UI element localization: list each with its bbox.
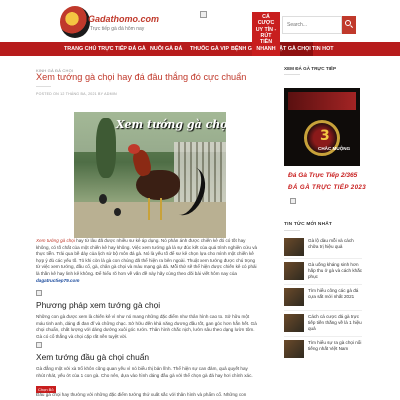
rooster-leg	[148, 198, 150, 220]
paragraph-more: Đầu gà chọi hay thường với những đặc điể…	[36, 392, 247, 397]
live-link-2[interactable]: ĐÁ GÀ TRỰC TIẾP 2023	[288, 184, 366, 191]
ad-number: 3	[320, 128, 330, 144]
divider	[36, 86, 51, 87]
news-thumbnail	[284, 340, 304, 358]
divider	[284, 230, 300, 231]
news-title: Cách cá cược đá gà trực tiếp tiền thằng …	[308, 314, 362, 331]
search-icon-handle	[349, 25, 354, 29]
keyword-link[interactable]: Xem tướng gà chọi	[36, 238, 75, 243]
site-header: Gadathomo.com Trực tiếp gà đá hôm nay	[0, 0, 400, 42]
nav-item-medicine[interactable]: THUỐC GÀ VIP	[190, 42, 229, 56]
broken-image-icon	[290, 198, 296, 204]
paragraph-head: Gà đẳng một với xà trổ khôn cũng quan yế…	[36, 366, 253, 378]
section-heading: Xem tướng đầu gà chọi chuẩn	[36, 352, 150, 362]
search-input[interactable]	[282, 16, 342, 34]
news-thumbnail	[284, 314, 304, 332]
site-link[interactable]: dagatructiep79.com	[36, 278, 79, 283]
news-thumbnail	[284, 238, 304, 256]
news-title: Gà lộ dàu mỗi và cách chữa trị hiệu quả	[308, 238, 354, 249]
nav-item-live[interactable]: TRỰC TIẾP ĐÁ GÀ	[98, 42, 146, 56]
divider	[284, 284, 362, 285]
paragraph-text: hay từ lâu đã được nhiều sư kê áp dụng. …	[36, 238, 258, 276]
background-chicken	[99, 194, 107, 204]
rooster-leg	[160, 198, 162, 220]
logo-subtitle: Trực tiếp gà đá hôm nay	[90, 26, 145, 32]
site-logo[interactable]: Gadathomo.com Trực tiếp gà đá hôm nay	[60, 6, 159, 38]
promo-badge[interactable]: CÁ CƯỢC UY TÍN - RÚT TIỀN NHANH	[252, 12, 280, 56]
hero-tree	[96, 118, 116, 178]
hero-ground	[74, 202, 226, 238]
promo-line: NHANH	[256, 45, 276, 52]
divider	[284, 336, 362, 337]
ad-label: CHẮC MUỘNG	[318, 146, 351, 151]
news-title: Tìm hiểu sự ra gà chọi nổi tiếng nhất Vi…	[308, 340, 362, 351]
nav-item-hot[interactable]: TIN HOT	[312, 42, 334, 56]
section-heading: Phương pháp xem tướng gà chọi	[36, 300, 161, 310]
paragraph-method: Những con gà được xem là chiến kê vì như…	[36, 314, 257, 339]
news-item[interactable]: Tìm hiểu sự ra gà chọi nổi tiếng nhất Vi…	[284, 340, 364, 364]
nav-item-home[interactable]: TRANG CHỦ	[64, 42, 96, 56]
news-item[interactable]: Cách cá cược đá gà trực tiếp tiền thằng …	[284, 314, 364, 338]
news-title: Gà uống kháng sinh hơn hấp thu ở gà và c…	[308, 262, 363, 279]
news-thumbnail	[284, 288, 304, 306]
sidebar-title-news: TIN TỨC MỚI NHẤT	[284, 222, 333, 227]
broken-image-icon	[36, 342, 42, 348]
news-item[interactable]: Gà uống kháng sinh hơn hấp thu ở gà và c…	[284, 262, 364, 286]
rooster-head	[128, 144, 140, 154]
paragraph-intro: Xem tướng gà chọi hay từ lâu đã được nhi…	[36, 238, 258, 284]
logo-text: Gadathomo.com	[88, 14, 160, 24]
divider	[284, 258, 362, 259]
rooster-logo-icon	[60, 6, 90, 38]
search-button[interactable]	[342, 16, 356, 34]
hero-caption: Xem tướng gà chọi hay	[116, 118, 226, 131]
news-item[interactable]: Tìm hiểu công các gà đá cựa sắt mới nhất…	[284, 288, 364, 312]
broken-image-icon	[200, 11, 207, 18]
news-thumbnail	[284, 262, 304, 280]
main-nav: TRANG CHỦ TRỰC TIẾP ĐÁ GÀ NUÔI GÀ ĐÁ THU…	[0, 42, 400, 56]
background-chicken	[114, 208, 121, 216]
divider	[284, 74, 300, 75]
hero-image: Xem tướng gà chọi hay	[74, 112, 226, 238]
divider	[284, 310, 362, 311]
sidebar-ad[interactable]: 3 CHẮC MUỘNG	[284, 88, 360, 166]
post-meta: POSTED ON 12 THÁNG BA, 2021 BY ADMIN	[36, 92, 117, 96]
post-title: Xem tướng gà chọi hay đá đâu thắng đó cự…	[36, 72, 247, 82]
ad-banner-top	[288, 92, 356, 110]
news-title: Tìm hiểu công các gà đá cựa sắt mới nhất…	[308, 288, 359, 299]
live-link-1[interactable]: Đá Gà Trực Tiếp 2/365	[288, 172, 357, 179]
broken-image-icon	[36, 290, 42, 296]
sidebar-title-live: XEM ĐÁ GÀ TRỰC TIẾP	[284, 66, 337, 71]
nav-item-raising[interactable]: NUÔI GÀ ĐÁ	[150, 42, 182, 56]
